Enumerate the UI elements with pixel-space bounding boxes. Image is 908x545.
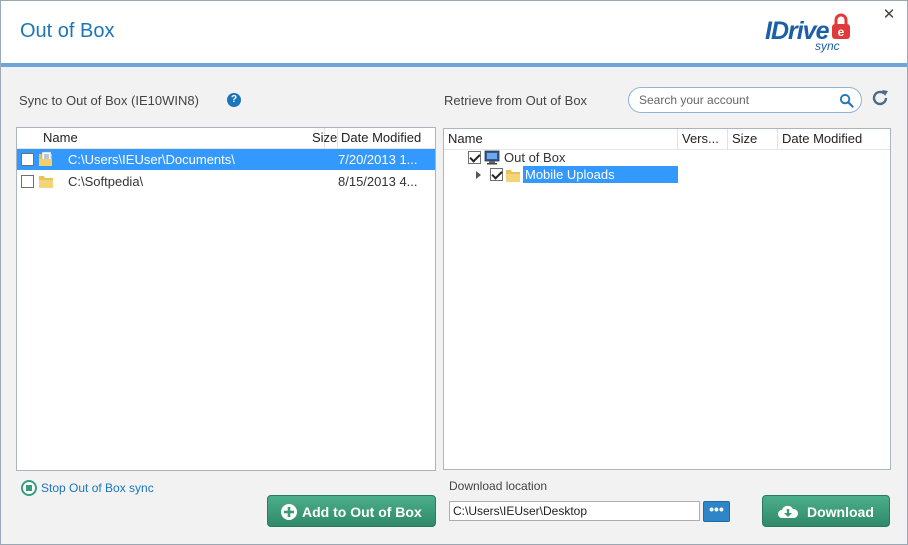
folder-icon — [39, 176, 53, 188]
search-icon[interactable] — [839, 93, 854, 108]
help-icon[interactable]: ? — [227, 93, 241, 107]
folder-icon — [506, 170, 520, 182]
computer-icon — [484, 150, 500, 165]
title-accent-bar — [1, 63, 907, 67]
retrieve-section-label: Retrieve from Out of Box — [444, 93, 588, 108]
row-name: C:\Softpedia\ — [68, 174, 144, 189]
local-files-list[interactable]: Name Size Date Modified C:\Users\IEUser\… — [16, 127, 436, 471]
app-window: Out of Box IDrive sync e ✕ Sync to Out o… — [0, 0, 908, 545]
column-header-size[interactable]: Size — [308, 128, 338, 148]
search-box — [628, 87, 862, 113]
cloud-download-icon — [778, 505, 799, 518]
column-header-version[interactable]: Vers... — [678, 129, 728, 149]
row-date: 7/20/2013 1... — [338, 152, 418, 167]
add-to-out-of-box-button[interactable]: Add to Out of Box — [267, 495, 436, 527]
tree-child-label[interactable]: Mobile Uploads — [523, 166, 678, 183]
browse-button[interactable]: ••• — [703, 501, 730, 522]
idrive-logo: IDrive sync e — [761, 11, 861, 55]
column-header-name[interactable]: Name — [39, 128, 325, 148]
column-header-name[interactable]: Name — [444, 129, 678, 149]
close-icon[interactable]: ✕ — [881, 7, 897, 23]
root-checkbox[interactable] — [468, 151, 481, 164]
column-header-date[interactable]: Date Modified — [337, 128, 433, 148]
download-location-input[interactable] — [449, 501, 700, 521]
plus-icon — [281, 504, 297, 520]
search-input[interactable] — [639, 92, 835, 108]
documents-folder-icon — [39, 151, 52, 166]
download-button[interactable]: Download — [762, 495, 890, 527]
column-header-date[interactable]: Date Modified — [778, 129, 888, 149]
logo-sync-text: sync — [815, 39, 840, 53]
download-button-label: Download — [807, 504, 874, 520]
title-bar: Out of Box IDrive sync e ✕ — [1, 1, 907, 63]
table-row[interactable]: C:\Users\IEUser\Documents\ 7/20/2013 1..… — [17, 149, 435, 170]
column-header-size[interactable]: Size — [728, 129, 778, 149]
account-files-tree[interactable]: Name Vers... Size Date Modified Out of B… — [443, 128, 891, 470]
row-date: 8/15/2013 4... — [338, 174, 418, 189]
table-row[interactable]: C:\Softpedia\ 8/15/2013 4... — [17, 171, 435, 192]
account-list-header: Name Vers... Size Date Modified — [444, 129, 890, 150]
row-checkbox[interactable] — [21, 153, 34, 166]
download-location-label: Download location — [449, 479, 548, 493]
stop-sync-label: Stop Out of Box sync — [41, 481, 154, 495]
row-name: C:\Users\IEUser\Documents\ — [68, 152, 235, 167]
stop-icon — [21, 480, 37, 496]
add-button-label: Add to Out of Box — [302, 504, 422, 520]
window-title: Out of Box — [20, 20, 115, 42]
child-checkbox[interactable] — [490, 168, 503, 181]
refresh-icon[interactable] — [869, 87, 891, 109]
tree-root-label[interactable]: Out of Box — [504, 149, 565, 166]
sync-section-label: Sync to Out of Box (IE10WIN8) — [19, 93, 199, 108]
local-list-header: Name Size Date Modified — [17, 128, 435, 149]
svg-text:e: e — [838, 25, 845, 39]
row-checkbox[interactable] — [21, 175, 34, 188]
lock-icon: e — [832, 13, 850, 39]
expand-arrow-icon[interactable] — [476, 171, 481, 179]
